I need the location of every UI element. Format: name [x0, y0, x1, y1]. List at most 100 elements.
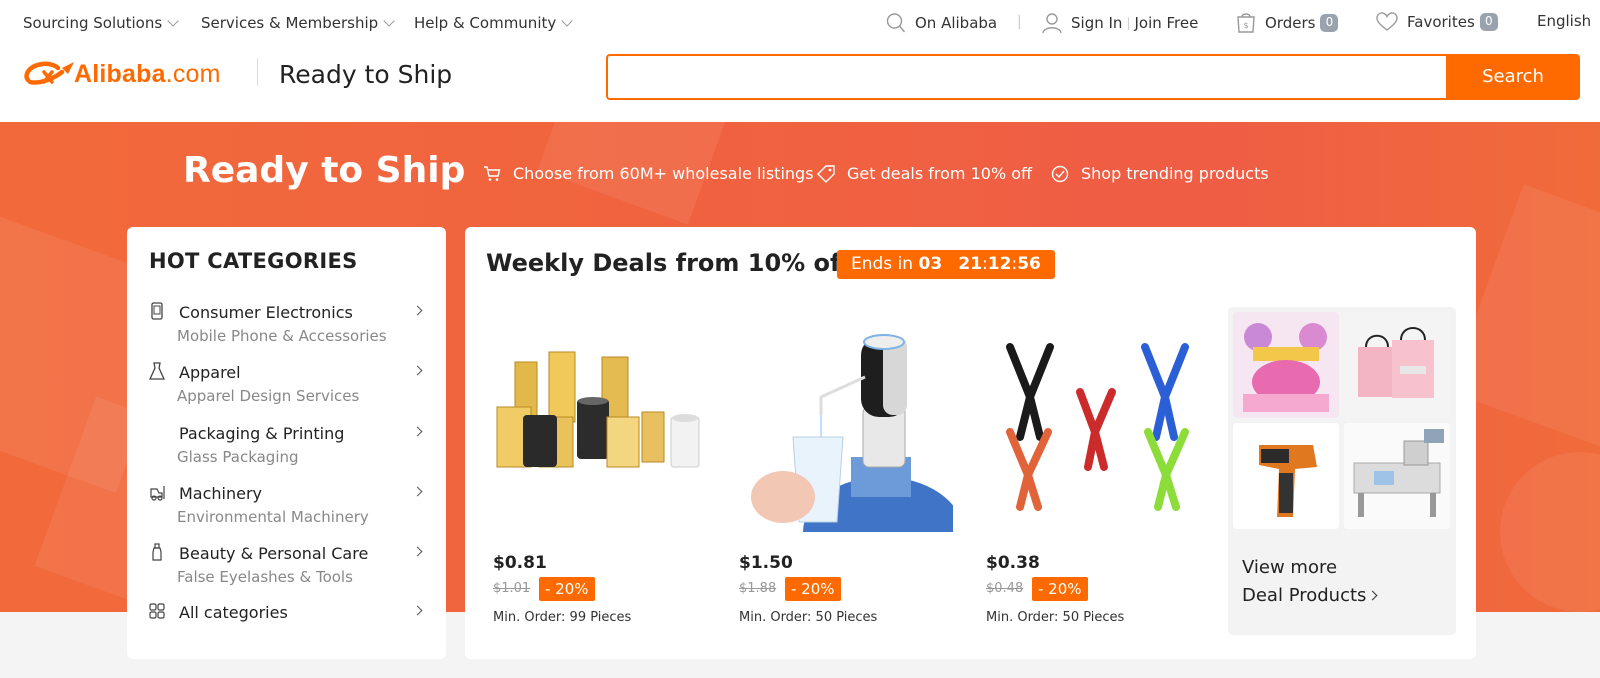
chevron-right-icon	[412, 605, 423, 616]
chevron-right-icon	[412, 365, 423, 376]
chevron-right-icon	[1367, 590, 1378, 601]
nav-label: Sourcing Solutions	[23, 14, 163, 32]
chevron-down-icon	[561, 15, 573, 27]
divider: |	[1126, 16, 1131, 30]
on-alibaba-link[interactable]: On Alibaba	[886, 12, 997, 34]
product-old-price: $0.48	[986, 581, 1024, 596]
page-title: Ready to Ship	[279, 60, 453, 89]
chevron-down-icon	[167, 15, 179, 27]
svg-text:$: $	[1243, 21, 1248, 30]
countdown-days: 03	[918, 254, 943, 274]
product-old-price: $1.88	[739, 581, 777, 596]
countdown-prefix: Ends in	[851, 254, 914, 274]
thumbnail-infrared-thermometer	[1233, 423, 1339, 529]
packaging-machine-image	[1344, 423, 1450, 529]
hero-feature-text: Choose from 60M+ wholesale listings	[513, 164, 814, 183]
category-name: Beauty & Personal Care	[179, 544, 369, 563]
favorites-count-badge: 0	[1479, 13, 1498, 31]
alibaba-logo[interactable]: Alibaba.com	[22, 58, 221, 90]
product-card[interactable]: $0.81 $1.01 - 20% Min. Order: 99 Pieces	[487, 307, 707, 637]
discount-badge: - 20%	[539, 577, 595, 601]
thumbnail-gift-bags	[1344, 312, 1450, 418]
deal-products-label: Deal Products	[1242, 585, 1367, 606]
orders-icon: $	[1237, 13, 1255, 33]
category-name: All categories	[179, 603, 288, 622]
nav-services-membership[interactable]: Services & Membership	[201, 14, 395, 32]
search-input[interactable]	[608, 56, 1446, 98]
deal-products-link[interactable]: Deal Products	[1242, 585, 1378, 606]
party-supplies-image	[1233, 312, 1339, 418]
countdown-minutes: 12	[987, 254, 1012, 274]
orders-link[interactable]: $ Orders 0	[1236, 12, 1339, 34]
category-subtitle: Apparel Design Services	[177, 387, 360, 405]
logo-suffix: .com	[165, 59, 221, 88]
hero-feature-text: Shop trending products	[1081, 164, 1269, 183]
favorites-link[interactable]: Favorites 0	[1376, 12, 1498, 32]
logo-brand: Alibaba	[74, 59, 166, 88]
discount-badge: - 20%	[1032, 577, 1088, 601]
thumbnail-party-supplies	[1233, 312, 1339, 418]
view-more-label: View more	[1242, 557, 1338, 578]
product-price: $1.50	[739, 553, 793, 573]
divider: |	[1017, 14, 1022, 30]
nav-sourcing-solutions[interactable]: Sourcing Solutions	[23, 14, 179, 32]
product-card[interactable]: $0.38 $0.48 - 20% Min. Order: 50 Pieces	[980, 307, 1200, 637]
account-links: Sign In | Join Free	[1042, 12, 1198, 34]
category-item-all[interactable]: All categories	[149, 597, 425, 627]
category-item-apparel[interactable]: Apparel Apparel Design Services	[149, 357, 425, 413]
decorative-shape	[1477, 429, 1600, 612]
search-button[interactable]: Search	[1446, 54, 1580, 100]
product-old-price: $1.01	[493, 581, 531, 596]
category-name: Machinery	[179, 484, 263, 503]
on-alibaba-label: On Alibaba	[915, 14, 998, 32]
orders-count-badge: 0	[1320, 14, 1339, 32]
category-name: Apparel	[179, 363, 241, 382]
category-item-packaging-printing[interactable]: Packaging & Printing Glass Packaging	[149, 418, 425, 474]
countdown-seconds: 56	[1017, 254, 1041, 274]
gift-bags-image	[1344, 312, 1450, 418]
language-label: English	[1537, 12, 1592, 30]
search-box	[606, 54, 1446, 100]
product-min-order: Min. Order: 50 Pieces	[739, 610, 878, 625]
header-divider	[257, 58, 258, 86]
alibaba-logo-text: Alibaba.com	[74, 60, 221, 89]
dress-icon	[149, 362, 165, 380]
chevron-right-icon	[412, 305, 423, 316]
product-image-oil-filters	[487, 307, 707, 532]
check-circle-icon	[1051, 165, 1069, 182]
hero-feature: Choose from 60M+ wholesale listings	[483, 164, 814, 183]
category-subtitle: Environmental Machinery	[177, 508, 369, 526]
hero-feature: Get deals from 10% off	[817, 164, 1032, 183]
thermometer-image	[1233, 423, 1339, 529]
product-min-order: Min. Order: 99 Pieces	[493, 610, 632, 625]
grid-icon	[149, 603, 165, 619]
sign-in-link[interactable]: Sign In	[1071, 14, 1122, 32]
search-icon	[886, 13, 906, 33]
product-price: $0.81	[493, 553, 547, 573]
category-item-machinery[interactable]: Machinery Environmental Machinery	[149, 478, 425, 534]
header: Alibaba.com Ready to Ship Search	[0, 50, 1600, 122]
language-selector[interactable]: English	[1537, 12, 1591, 30]
hero-feature: Shop trending products	[1051, 164, 1269, 183]
category-item-beauty-personal-care[interactable]: Beauty & Personal Care False Eyelashes &…	[149, 538, 425, 594]
hero-feature-text: Get deals from 10% off	[847, 164, 1033, 183]
product-card[interactable]: $1.50 $1.88 - 20% Min. Order: 50 Pieces	[733, 307, 953, 637]
weekly-deals-card: Weekly Deals from 10% off Ends in 03 21:…	[465, 227, 1476, 659]
chevron-right-icon	[412, 546, 423, 557]
user-icon	[1042, 13, 1062, 34]
discount-badge: - 20%	[785, 577, 841, 601]
category-name: Packaging & Printing	[179, 424, 345, 443]
nav-help-community[interactable]: Help & Community	[414, 14, 573, 32]
hot-categories-heading: HOT CATEGORIES	[149, 249, 358, 273]
nav-label: Services & Membership	[201, 14, 379, 32]
category-subtitle: False Eyelashes & Tools	[177, 568, 353, 586]
product-min-order: Min. Order: 50 Pieces	[986, 610, 1125, 625]
hero-title: Ready to Ship	[183, 150, 466, 191]
category-item-consumer-electronics[interactable]: Consumer Electronics Mobile Phone & Acce…	[149, 297, 425, 353]
thumbnail-packaging-machine	[1344, 423, 1450, 529]
product-image-reflective-vests	[980, 307, 1200, 532]
hot-categories-card: HOT CATEGORIES Consumer Electronics Mobi…	[127, 227, 446, 659]
countdown-hours: 21	[958, 254, 983, 274]
view-more-deals[interactable]: View more Deal Products	[1228, 307, 1456, 635]
join-free-link[interactable]: Join Free	[1134, 14, 1198, 32]
